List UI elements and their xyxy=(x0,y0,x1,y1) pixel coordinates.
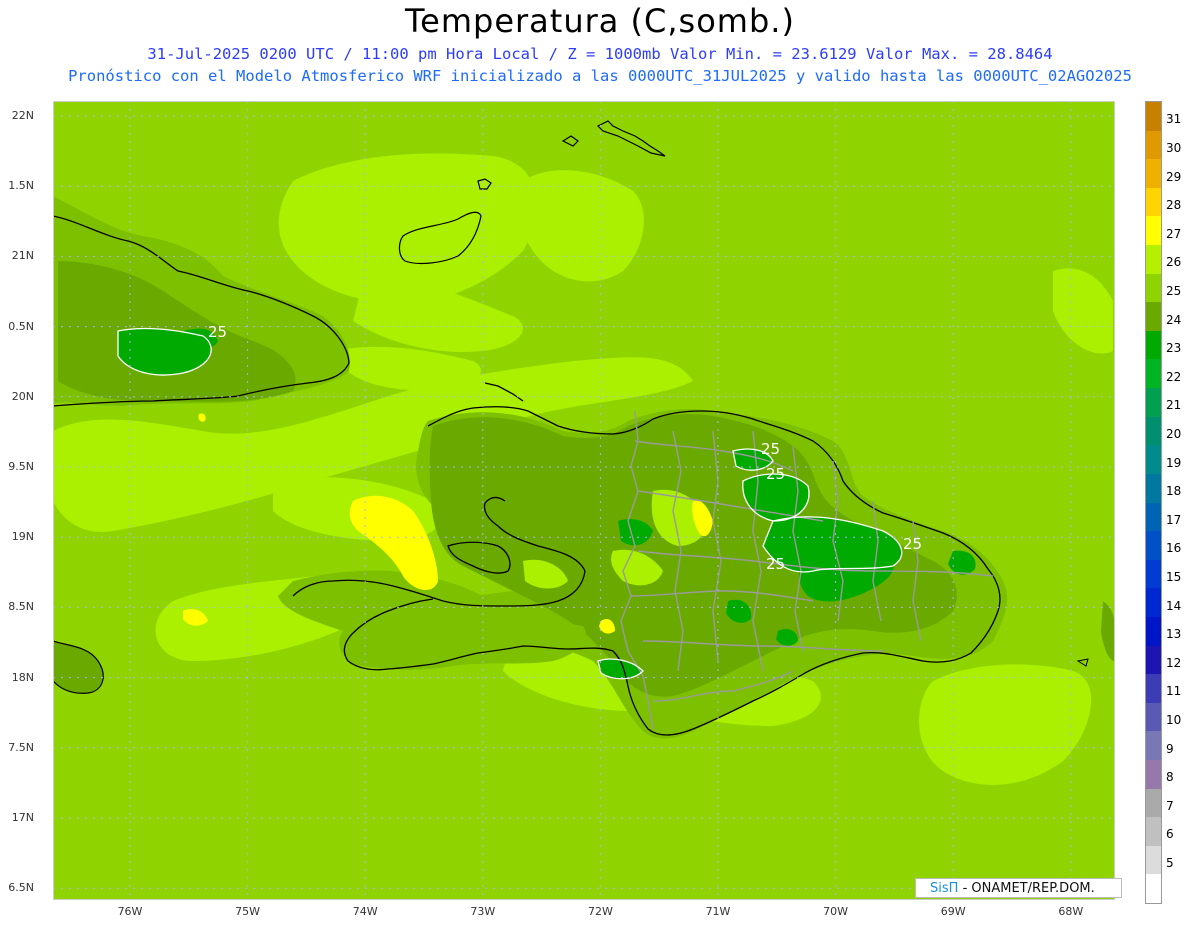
colorbar-cell xyxy=(1146,502,1161,532)
colorbar-cell xyxy=(1146,216,1161,246)
colorbar-cell xyxy=(1146,817,1161,847)
lon-label-6: 70W xyxy=(823,905,849,918)
colorbar-label-31: 31 xyxy=(1166,112,1182,127)
temperature-map: 25 25 25 25 25 xyxy=(53,101,1115,900)
colorbar-cell xyxy=(1146,102,1161,132)
colorbar-cell xyxy=(1146,788,1161,818)
colorbar-cell xyxy=(1146,473,1161,503)
colorbar-cell xyxy=(1146,130,1161,160)
colorbar-label-20: 20 xyxy=(1166,426,1182,441)
lon-label-2: 74W xyxy=(352,905,378,918)
colorbar-cell xyxy=(1146,330,1161,360)
colorbar-label-15: 15 xyxy=(1166,570,1182,585)
colorbar-label-19: 19 xyxy=(1166,455,1182,470)
colorbar-label-16: 16 xyxy=(1166,541,1182,556)
colorbar-cell xyxy=(1146,273,1161,303)
colorbar-cell xyxy=(1146,559,1161,589)
colorbar-label-12: 12 xyxy=(1166,655,1182,670)
lon-label-5: 71W xyxy=(705,905,731,918)
lon-label-8: 68W xyxy=(1058,905,1084,918)
lat-label-5: 9.5N xyxy=(8,460,34,473)
colorbar-cell xyxy=(1146,359,1161,389)
colorbar-label-28: 28 xyxy=(1166,198,1182,213)
colorbar-label-14: 14 xyxy=(1166,598,1182,613)
colorbar-cell xyxy=(1146,388,1161,418)
colorbar-cell xyxy=(1146,845,1161,875)
colorbar-cell xyxy=(1146,416,1161,446)
map-canvas: 25 25 25 25 25 xyxy=(53,101,1115,900)
lat-label-8: 18N xyxy=(11,670,34,684)
contour-label-north: 25 xyxy=(761,440,780,458)
colorbar-cell xyxy=(1146,187,1161,217)
subtitle-model-info: Pronóstico con el Modelo Atmosferico WRF… xyxy=(68,67,1132,85)
colorbar-cell xyxy=(1146,588,1161,618)
colorbar-cell xyxy=(1146,674,1161,704)
lon-label-7: 69W xyxy=(940,905,966,918)
lat-label-2: 21N xyxy=(11,249,34,263)
colorbar-label-26: 26 xyxy=(1166,255,1182,270)
lat-label-7: 8.5N xyxy=(8,600,34,614)
colorbar-label-9: 9 xyxy=(1166,741,1174,756)
colorbar-cell xyxy=(1146,445,1161,475)
colorbar-cell xyxy=(1146,702,1161,732)
colorbar-label-30: 30 xyxy=(1166,140,1182,155)
lat-label-1: 1.5N xyxy=(8,179,34,193)
colorbar-label-21: 21 xyxy=(1166,398,1182,413)
lat-label-9: 7.5N xyxy=(8,740,34,754)
colorbar-label-23: 23 xyxy=(1166,341,1182,356)
credit-text: - ONAMET/REP.DOM. xyxy=(962,881,1095,896)
lat-label-10: 17N xyxy=(11,811,34,824)
colorbar-label-29: 29 xyxy=(1166,169,1182,184)
colorbar-label-6: 6 xyxy=(1166,827,1174,842)
colorbar-cell xyxy=(1146,759,1161,790)
brand-name: SisΠ xyxy=(930,881,959,896)
lon-label-0: 76W xyxy=(117,905,143,918)
subtitle-date-minmax: 31-Jul-2025 0200 UTC / 11:00 pm Hora Loc… xyxy=(147,45,1053,63)
colorbar-cell xyxy=(1146,245,1161,275)
colorbar-label-22: 22 xyxy=(1166,369,1182,384)
lat-label-11: 6.5N xyxy=(8,881,34,895)
colorbar-label-18: 18 xyxy=(1166,484,1182,499)
colorbar-cell xyxy=(1146,616,1161,647)
lon-label-4: 72W xyxy=(587,905,613,918)
contour-label-south: 25 xyxy=(766,555,785,573)
colorbar-label-7: 7 xyxy=(1166,798,1174,813)
colorbar-label-17: 17 xyxy=(1166,512,1182,527)
colorbar-label-25: 25 xyxy=(1166,283,1182,298)
colorbar-label-13: 13 xyxy=(1166,627,1182,642)
contour-label-east: 25 xyxy=(903,535,922,553)
lat-label-6: 19N xyxy=(11,530,34,544)
colorbar-label-11: 11 xyxy=(1166,684,1182,699)
contour-label-central: 25 xyxy=(766,465,785,483)
colorbar-cell xyxy=(1146,874,1161,904)
lon-label-3: 73W xyxy=(470,905,496,918)
lat-label-3: 0.5N xyxy=(8,319,34,333)
chart-title: Temperatura (C,somb.) xyxy=(405,2,795,40)
colorbar-cell xyxy=(1146,645,1161,675)
temperature-colorbar xyxy=(1145,101,1162,904)
colorbar-label-5: 5 xyxy=(1166,856,1174,871)
colorbar-cell xyxy=(1146,302,1161,332)
lat-label-0: 22N xyxy=(11,109,34,122)
lat-label-4: 20N xyxy=(11,389,34,403)
colorbar-label-10: 10 xyxy=(1166,713,1182,728)
colorbar-cell xyxy=(1146,531,1161,561)
colorbar-cell xyxy=(1146,159,1161,189)
colorbar-cell xyxy=(1146,731,1161,761)
colorbar-label-24: 24 xyxy=(1166,312,1182,327)
credit-box: SisΠ - ONAMET/REP.DOM. xyxy=(915,878,1122,898)
lon-label-1: 75W xyxy=(235,905,261,918)
contour-label-cuba: 25 xyxy=(208,323,227,341)
colorbar-label-8: 8 xyxy=(1166,770,1174,785)
colorbar-label-27: 27 xyxy=(1166,226,1182,241)
